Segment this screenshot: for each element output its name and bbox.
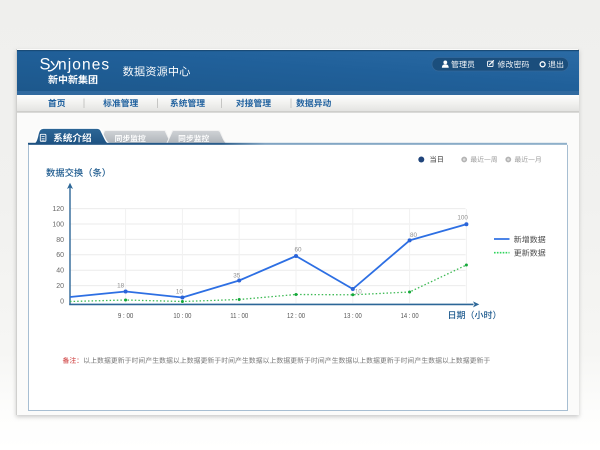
svg-text:100: 100 — [52, 221, 64, 228]
svg-text:20: 20 — [56, 283, 64, 290]
svg-text:10: 10 — [176, 289, 184, 296]
svg-text:13 : 00: 13 : 00 — [344, 311, 362, 320]
svg-text:18: 18 — [117, 283, 125, 290]
svg-text:40: 40 — [56, 268, 64, 275]
svg-text:60: 60 — [56, 252, 64, 259]
svg-text:10: 10 — [355, 289, 362, 295]
svg-text:11 : 00: 11 : 00 — [230, 311, 248, 320]
svg-text:14 : 00: 14 : 00 — [401, 311, 419, 320]
svg-text:80: 80 — [56, 237, 64, 244]
svg-text:80: 80 — [410, 232, 418, 239]
svg-text:60: 60 — [294, 247, 302, 254]
svg-text:10 : 00: 10 : 00 — [173, 311, 191, 320]
svg-text:12 : 00: 12 : 00 — [287, 311, 305, 320]
svg-text:120: 120 — [52, 206, 64, 213]
svg-text:0: 0 — [60, 298, 64, 305]
svg-text:njones: njones — [58, 57, 110, 74]
svg-text:100: 100 — [457, 215, 468, 222]
svg-text:9 : 00: 9 : 00 — [118, 311, 134, 320]
svg-text:35: 35 — [233, 273, 241, 280]
